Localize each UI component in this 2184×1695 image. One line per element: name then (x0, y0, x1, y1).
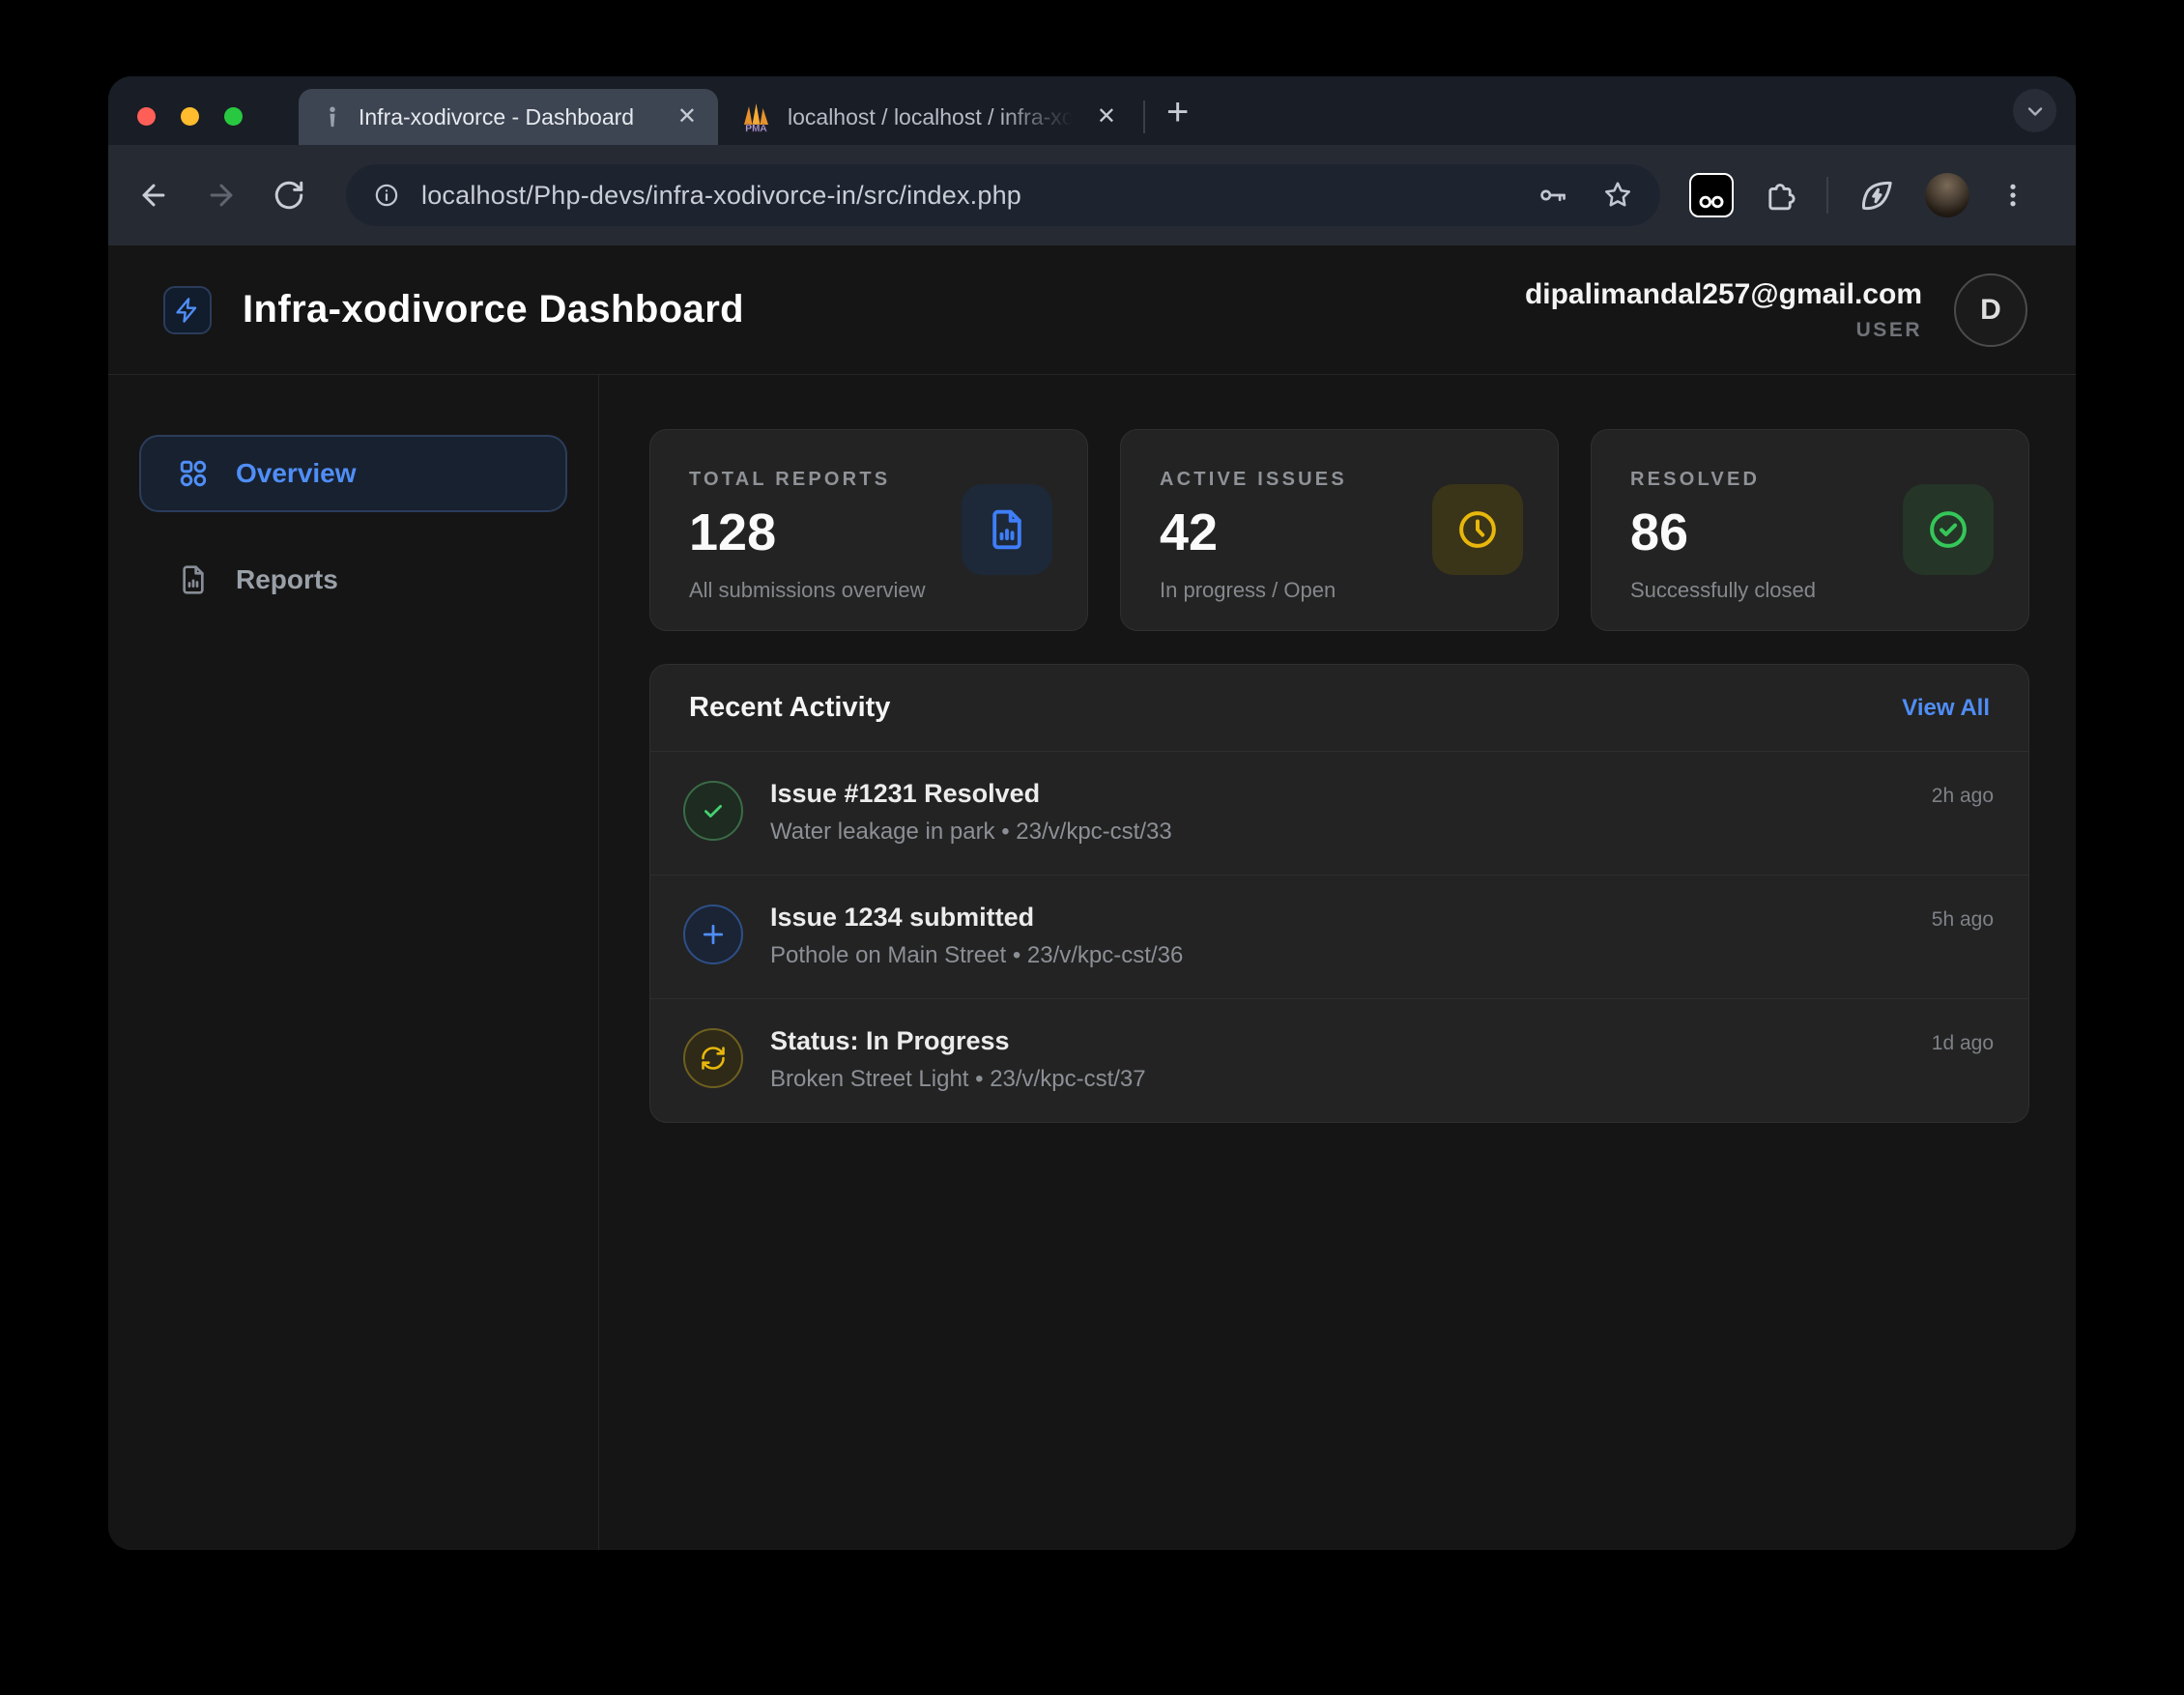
sidebar-item-overview[interactable]: Overview (139, 435, 567, 512)
stat-cards: TOTAL REPORTS 128 All submissions overvi… (649, 429, 2029, 631)
stat-card-total-reports: TOTAL REPORTS 128 All submissions overvi… (649, 429, 1088, 631)
activity-title: Issue #1231 Resolved (770, 779, 1172, 809)
reload-button[interactable] (273, 179, 305, 212)
stat-caption: All submissions overview (689, 578, 1049, 603)
fullscreen-window-button[interactable] (224, 107, 243, 126)
close-tab-icon[interactable]: ✕ (1097, 105, 1116, 129)
address-bar[interactable]: localhost/Php-devs/infra-xodivorce-in/sr… (346, 164, 1660, 226)
recent-activity-panel: Recent Activity View All Issue #1231 Res… (649, 664, 2029, 1123)
refresh-icon (683, 1028, 743, 1088)
page-header: Infra-xodivorce Dashboard dipalimandal25… (108, 245, 2076, 375)
tabs: Infra-xodivorce - Dashboard ✕ PMA localh… (299, 89, 1137, 145)
browser-window: Infra-xodivorce - Dashboard ✕ PMA localh… (108, 76, 2076, 1550)
activity-title: Status: In Progress (770, 1026, 1146, 1056)
extensions-puzzle-icon[interactable] (1763, 178, 1797, 213)
reload-icon (273, 179, 305, 212)
arrow-right-icon (205, 179, 238, 212)
sidebar-item-label: Reports (236, 564, 338, 595)
user-email: dipalimandal257@gmail.com (1525, 278, 1922, 311)
activity-subtitle: Broken Street Light • 23/v/kpc-cst/37 (770, 1066, 1146, 1093)
back-button[interactable] (137, 179, 170, 212)
site-favicon (322, 105, 343, 129)
stat-caption: Successfully closed (1630, 578, 1990, 603)
sidebar-item-label: Overview (236, 458, 357, 489)
stat-card-resolved: RESOLVED 86 Successfully closed (1591, 429, 2029, 631)
tab-search-chevron-button[interactable] (2013, 89, 2056, 132)
password-key-icon[interactable] (1538, 180, 1569, 211)
activity-time: 1d ago (1932, 1024, 1994, 1055)
stat-caption: In progress / Open (1160, 578, 1519, 603)
site-info-icon[interactable] (373, 182, 400, 209)
toolbar-separator (1826, 177, 1828, 214)
sidebar: Overview Reports (108, 375, 599, 1550)
tab-dashboard[interactable]: Infra-xodivorce - Dashboard ✕ (299, 89, 718, 145)
url-text: localhost/Php-devs/infra-xodivorce-in/sr… (421, 181, 1506, 211)
toolbar-actions (1689, 173, 2027, 217)
browser-menu-icon[interactable] (1998, 181, 2027, 210)
main-content: TOTAL REPORTS 128 All submissions overvi… (599, 375, 2076, 1550)
browser-profile-avatar[interactable] (1925, 173, 1969, 217)
bookmark-star-icon[interactable] (1602, 180, 1633, 211)
svg-text:PMA: PMA (745, 124, 766, 132)
lightning-bolt-icon (174, 297, 201, 324)
document-chart-icon (178, 564, 209, 595)
phpmyadmin-favicon: PMA (741, 101, 772, 132)
arrow-left-icon (137, 179, 170, 212)
panel-title: Recent Activity (689, 692, 890, 724)
user-info: dipalimandal257@gmail.com USER (1525, 278, 1922, 342)
browser-toolbar: localhost/Php-devs/infra-xodivorce-in/sr… (108, 145, 2076, 245)
tab-bar: Infra-xodivorce - Dashboard ✕ PMA localh… (108, 76, 2076, 145)
grid-icon (178, 458, 209, 489)
chevron-down-icon (2024, 100, 2047, 123)
activity-time: 5h ago (1932, 901, 1994, 932)
check-icon (683, 781, 743, 841)
activity-subtitle: Water leakage in park • 23/v/kpc-cst/33 (770, 819, 1172, 846)
minimize-window-button[interactable] (181, 107, 199, 126)
performance-leaf-icon[interactable] (1857, 176, 1896, 215)
avatar[interactable]: D (1954, 273, 2027, 347)
clock-icon (1432, 484, 1523, 575)
dashboard-page: Infra-xodivorce Dashboard dipalimandal25… (108, 245, 2076, 1550)
close-window-button[interactable] (137, 107, 156, 126)
activity-time: 2h ago (1932, 777, 1994, 808)
close-tab-icon[interactable]: ✕ (677, 105, 697, 129)
window-controls (137, 107, 243, 126)
check-circle-icon (1903, 484, 1994, 575)
panel-header: Recent Activity View All (650, 665, 2028, 752)
forward-button[interactable] (205, 179, 238, 212)
tab-phpmyadmin[interactable]: PMA localhost / localhost / infra-xo ✕ (718, 89, 1137, 145)
screenshot-extension-icon[interactable] (1689, 173, 1734, 217)
app-logo (163, 286, 212, 334)
sidebar-item-reports[interactable]: Reports (139, 541, 567, 618)
activity-row[interactable]: Issue #1231 Resolved Water leakage in pa… (650, 752, 2028, 876)
activity-title: Issue 1234 submitted (770, 903, 1183, 933)
page-title: Infra-xodivorce Dashboard (243, 288, 744, 331)
view-all-link[interactable]: View All (1902, 695, 1990, 722)
user-role-badge: USER (1856, 319, 1922, 342)
tab-title: localhost / localhost / infra-xo (788, 104, 1081, 130)
plus-icon (683, 905, 743, 964)
activity-subtitle: Pothole on Main Street • 23/v/kpc-cst/36 (770, 942, 1183, 969)
activity-row[interactable]: Status: In Progress Broken Street Light … (650, 999, 2028, 1122)
new-tab-button[interactable]: + (1166, 93, 1189, 131)
document-chart-icon (962, 484, 1052, 575)
stat-card-active-issues: ACTIVE ISSUES 42 In progress / Open (1120, 429, 1559, 631)
tab-separator (1143, 101, 1145, 133)
tab-title: Infra-xodivorce - Dashboard (359, 104, 662, 130)
activity-row[interactable]: Issue 1234 submitted Pothole on Main Str… (650, 876, 2028, 999)
